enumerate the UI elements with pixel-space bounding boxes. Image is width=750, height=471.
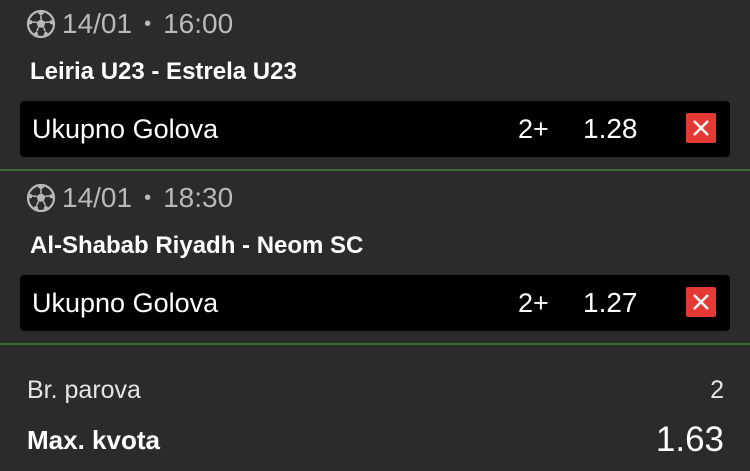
separator-dot: • xyxy=(144,12,152,35)
match-date: 14/01 xyxy=(62,8,133,39)
match-teams: Leiria U23 - Estrela U23 xyxy=(30,58,297,85)
match-card: 14/01 • 18:30 Al-Shabab Riyadh - Neom SC… xyxy=(0,172,750,342)
close-icon xyxy=(693,294,709,310)
max-odds-row: Max. kvota 1.63 xyxy=(27,418,724,462)
close-icon xyxy=(693,120,709,136)
separator-dot: • xyxy=(144,186,152,209)
soccer-ball-icon xyxy=(26,183,56,213)
bet-selection-row[interactable]: Ukupno Golova 2+ 1.27 xyxy=(20,275,730,331)
match-teams: Al-Shabab Riyadh - Neom SC xyxy=(30,232,364,259)
pairs-count-label: Br. parova xyxy=(27,375,141,404)
pairs-count-value: 2 xyxy=(710,375,724,404)
bet-selection-row[interactable]: Ukupno Golova 2+ 1.28 xyxy=(20,101,730,157)
match-card: 14/01 • 16:00 Leiria U23 - Estrela U23 U… xyxy=(0,0,750,168)
match-time: 16:00 xyxy=(163,8,234,39)
max-odds-value: 1.63 xyxy=(655,420,724,459)
bet-pick: 2+ xyxy=(518,288,549,318)
divider xyxy=(0,343,750,345)
remove-selection-button[interactable] xyxy=(686,113,716,143)
soccer-ball-icon xyxy=(26,9,56,39)
max-odds-label: Max. kvota xyxy=(27,424,160,455)
bet-pick: 2+ xyxy=(518,114,549,144)
match-datetime: 14/01 • 18:30 xyxy=(26,182,233,214)
pairs-count-row: Br. parova 2 xyxy=(27,370,724,410)
match-datetime: 14/01 • 16:00 xyxy=(26,8,233,40)
match-time: 18:30 xyxy=(163,182,234,213)
remove-selection-button[interactable] xyxy=(686,287,716,317)
bet-market: Ukupno Golova xyxy=(32,114,219,144)
bet-slip: 14/01 • 16:00 Leiria U23 - Estrela U23 U… xyxy=(0,0,750,471)
match-date: 14/01 xyxy=(62,182,133,213)
divider xyxy=(0,169,750,171)
bet-odd: 1.27 xyxy=(583,287,638,318)
bet-odd: 1.28 xyxy=(583,113,638,144)
bet-market: Ukupno Golova xyxy=(32,288,219,318)
